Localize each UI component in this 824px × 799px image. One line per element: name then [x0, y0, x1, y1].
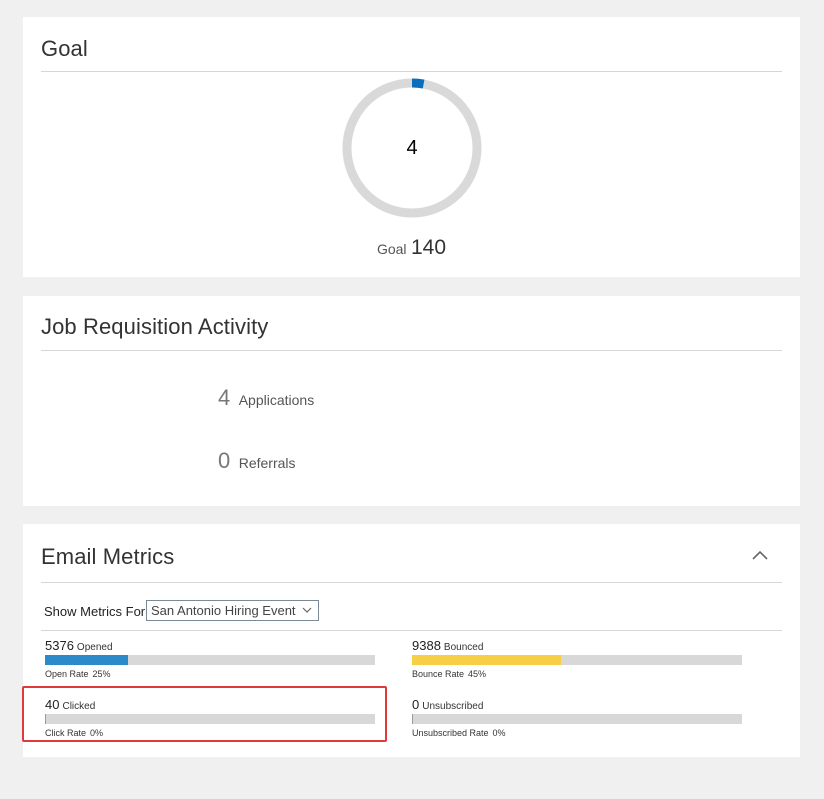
bounce-rate-label: Bounce Rate: [412, 669, 465, 679]
metric-unsubscribed: 0 Unsubscribed Unsubscribed Rate 0%: [412, 696, 742, 738]
opened-label: Opened: [76, 642, 113, 653]
click-rate-label: Click Rate: [45, 728, 87, 738]
email-metrics-title: Email Metrics: [41, 544, 175, 569]
bounce-rate-value: 45%: [468, 669, 487, 679]
unsubscribed-rate-value: 0%: [492, 728, 506, 738]
referrals-stat[interactable]: 0 Referrals: [218, 448, 296, 474]
metrics-event-select[interactable]: San Antonio Hiring Event: [146, 600, 319, 621]
unsubscribed-bar-fill: [412, 714, 413, 724]
open-rate-label: Open Rate: [45, 669, 89, 679]
goal-target-label: Goal: [376, 241, 407, 257]
goal-divider: [41, 71, 782, 72]
bounced-bar: [412, 655, 742, 665]
goal-current-value: 4: [406, 136, 418, 159]
metric-clicked: 40 Clicked Click Rate 0%: [45, 696, 375, 738]
job-requisition-divider: [41, 350, 782, 351]
chevron-down-icon: [302, 607, 312, 613]
metric-bounced: 9388 Bounced Bounce Rate 45%: [412, 637, 742, 679]
show-metrics-label: Show Metrics For: [44, 604, 146, 619]
metrics-event-selected: San Antonio Hiring Event: [151, 603, 296, 618]
filter-divider: [41, 630, 782, 631]
applications-count: 4: [218, 385, 231, 410]
applications-stat[interactable]: 4 Applications: [218, 385, 314, 411]
opened-bar-fill: [45, 655, 128, 665]
bounced-label: Bounced: [443, 642, 484, 653]
goal-target-value: 140: [410, 236, 447, 259]
metric-opened: 5376 Opened Open Rate 25%: [45, 637, 375, 679]
goal-progress-ring: 4: [340, 76, 484, 220]
unsubscribed-bar: [412, 714, 742, 724]
click-rate-value: 0%: [90, 728, 104, 738]
referrals-label: Referrals: [238, 455, 296, 471]
bounced-count: 9388: [412, 638, 441, 653]
goal-target-line: Goal 140: [23, 236, 800, 260]
referrals-count: 0: [218, 448, 231, 473]
applications-label: Applications: [238, 392, 315, 408]
unsubscribed-label: Unsubscribed: [422, 701, 484, 712]
goal-card: Goal 4 Goal 140: [23, 17, 800, 277]
email-metrics-divider: [41, 582, 782, 583]
clicked-bar-fill: [45, 714, 46, 724]
collapse-button[interactable]: [749, 544, 771, 566]
goal-title: Goal: [41, 36, 88, 61]
clicked-bar: [45, 714, 375, 724]
opened-bar: [45, 655, 375, 665]
open-rate-value: 25%: [92, 669, 111, 679]
unsubscribed-rate-label: Unsubscribed Rate: [412, 728, 489, 738]
opened-count: 5376: [45, 638, 74, 653]
clicked-count: 40: [45, 697, 60, 712]
job-requisition-card: Job Requisition Activity 4 Applications …: [23, 296, 800, 506]
clicked-label: Clicked: [62, 701, 96, 712]
unsubscribed-count: 0: [412, 697, 420, 712]
chevron-up-icon: [752, 550, 768, 560]
job-requisition-title: Job Requisition Activity: [41, 314, 269, 339]
email-metrics-card: Email Metrics Show Metrics For San Anton…: [23, 524, 800, 757]
bounced-bar-fill: [412, 655, 561, 665]
